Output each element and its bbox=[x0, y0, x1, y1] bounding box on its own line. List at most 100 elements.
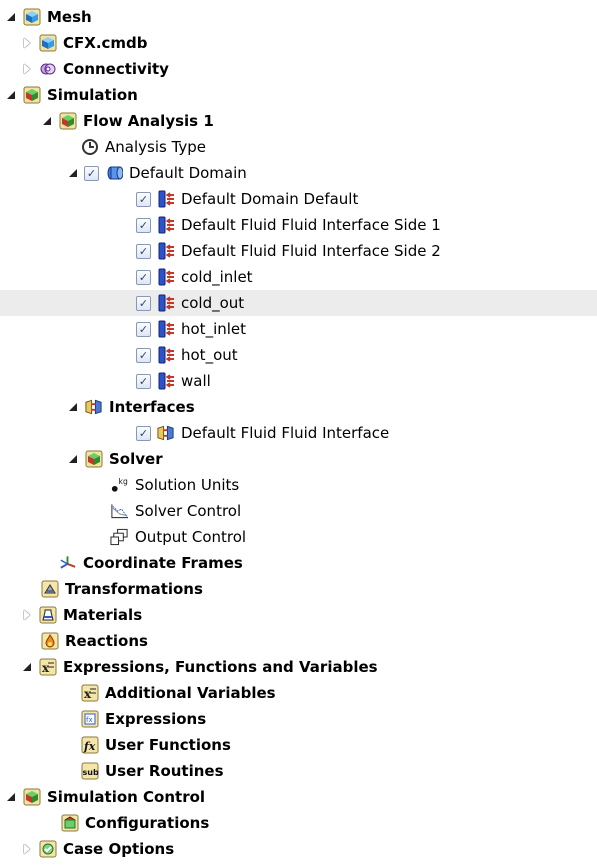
tree-item-label: User Routines bbox=[105, 762, 224, 780]
tree-item[interactable]: Default Fluid Fluid Interface Side 2 bbox=[0, 238, 597, 264]
tree-item-label: Output Control bbox=[135, 528, 247, 546]
collapse-arrow-icon[interactable] bbox=[40, 114, 54, 128]
tree-item[interactable]: x Expressions, Functions and Variables bbox=[0, 654, 597, 680]
tree-item-label: Flow Analysis 1 bbox=[83, 112, 214, 130]
tree-item-label: CFX.cmdb bbox=[63, 34, 148, 52]
item-checkbox[interactable] bbox=[136, 243, 151, 259]
tree-item-label: Default Fluid Fluid Interface bbox=[181, 424, 390, 442]
interfaces-icon bbox=[84, 398, 103, 416]
tree-item[interactable]: sub User Routines bbox=[0, 758, 597, 784]
tree-item-label: Additional Variables bbox=[105, 684, 276, 702]
tree-item[interactable]: fx User Functions bbox=[0, 732, 597, 758]
collapse-arrow-icon[interactable] bbox=[4, 10, 18, 24]
collapse-arrow-icon[interactable] bbox=[4, 88, 18, 102]
tree-item-label: Default Fluid Fluid Interface Side 2 bbox=[181, 242, 441, 260]
tree-item[interactable]: Solver Control bbox=[0, 498, 597, 524]
tree-item[interactable]: CFX.cmdb bbox=[0, 30, 597, 56]
item-checkbox[interactable] bbox=[136, 347, 151, 363]
tree-item[interactable]: Default Fluid Fluid Interface Side 1 bbox=[0, 212, 597, 238]
tree-item[interactable]: Configurations bbox=[0, 810, 597, 836]
tree-item-label: Reactions bbox=[65, 632, 148, 650]
tree-item-label: Solution Units bbox=[135, 476, 240, 494]
output-control-icon bbox=[110, 528, 129, 546]
svg-text:sub: sub bbox=[82, 768, 98, 777]
tree-item-label: Analysis Type bbox=[105, 138, 207, 156]
tree-item[interactable]: Reactions bbox=[0, 628, 597, 654]
tree-item[interactable]: Default Domain Default bbox=[0, 186, 597, 212]
tree-item[interactable]: Interfaces bbox=[0, 394, 597, 420]
tree-item[interactable]: hot_inlet bbox=[0, 316, 597, 342]
outline-tree: Mesh CFX.cmdb Connectivity Simulation Flow A… bbox=[0, 0, 597, 867]
tree-item[interactable]: x Additional Variables bbox=[0, 680, 597, 706]
boundary-icon bbox=[156, 372, 175, 390]
expand-arrow-icon[interactable] bbox=[20, 62, 34, 76]
tree-item[interactable]: Mesh bbox=[0, 4, 597, 30]
tree-item-label: hot_out bbox=[181, 346, 238, 364]
tree-item-label: Default Domain Default bbox=[181, 190, 359, 208]
tree-item-label: cold_inlet bbox=[181, 268, 253, 286]
item-checkbox[interactable] bbox=[136, 425, 151, 441]
mesh-file-icon bbox=[38, 34, 57, 52]
tree-item[interactable]: Output Control bbox=[0, 524, 597, 550]
svg-text:kg: kg bbox=[119, 477, 128, 486]
coordinate-frames-icon bbox=[58, 554, 77, 572]
collapse-arrow-icon[interactable] bbox=[66, 452, 80, 466]
tree-item-label: Solver bbox=[109, 450, 163, 468]
tree-item[interactable]: Default Fluid Fluid Interface bbox=[0, 420, 597, 446]
svg-text:fx: fx bbox=[83, 740, 96, 753]
tree-item[interactable]: hot_out bbox=[0, 342, 597, 368]
expressions-folder-icon: x bbox=[38, 658, 57, 676]
mesh-icon bbox=[22, 8, 41, 26]
tree-item[interactable]: Materials bbox=[0, 602, 597, 628]
tree-item[interactable]: Default Domain bbox=[0, 160, 597, 186]
tree-item[interactable]: cold_inlet bbox=[0, 264, 597, 290]
tree-item-label: cold_out bbox=[181, 294, 245, 312]
tree-item-label: Expressions bbox=[105, 710, 207, 728]
tree-item[interactable]: cold_out bbox=[0, 290, 597, 316]
tree-item[interactable]: Case Options bbox=[0, 836, 597, 862]
collapse-arrow-icon[interactable] bbox=[66, 166, 80, 180]
configurations-icon bbox=[60, 814, 79, 832]
collapse-arrow-icon[interactable] bbox=[4, 790, 18, 804]
expand-arrow-icon[interactable] bbox=[20, 608, 34, 622]
tree-item[interactable]: Analysis Type bbox=[0, 134, 597, 160]
solver-control-icon bbox=[110, 502, 129, 520]
expand-arrow-icon[interactable] bbox=[20, 36, 34, 50]
tree-item[interactable]: wall bbox=[0, 368, 597, 394]
tree-item[interactable]: Transformations bbox=[0, 576, 597, 602]
item-checkbox[interactable] bbox=[136, 217, 151, 233]
item-checkbox[interactable] bbox=[84, 165, 99, 181]
tree-item[interactable]: Flow Analysis 1 bbox=[0, 108, 597, 134]
tree-item-label: Coordinate Frames bbox=[83, 554, 243, 572]
boundary-icon bbox=[156, 242, 175, 260]
item-checkbox[interactable] bbox=[136, 295, 151, 311]
item-checkbox[interactable] bbox=[136, 321, 151, 337]
svg-text:fx: fx bbox=[86, 716, 93, 724]
tree-item[interactable]: Simulation Control bbox=[0, 784, 597, 810]
tree-item[interactable]: Connectivity bbox=[0, 56, 597, 82]
interfaces-icon bbox=[156, 424, 175, 442]
boundary-icon bbox=[156, 268, 175, 286]
tree-item[interactable]: fx Expressions bbox=[0, 706, 597, 732]
item-checkbox[interactable] bbox=[136, 373, 151, 389]
tree-item-label: Default Fluid Fluid Interface Side 1 bbox=[181, 216, 441, 234]
tree-item-label: Mesh bbox=[47, 8, 92, 26]
item-checkbox[interactable] bbox=[136, 191, 151, 207]
boundary-icon bbox=[156, 294, 175, 312]
expand-arrow-icon[interactable] bbox=[20, 842, 34, 856]
simulation-control-icon bbox=[22, 788, 41, 806]
tree-item[interactable]: kg Solution Units bbox=[0, 472, 597, 498]
domain-icon bbox=[104, 164, 123, 182]
tree-item[interactable]: Solver bbox=[0, 446, 597, 472]
clock-icon bbox=[80, 138, 99, 156]
tree-item-label: Configurations bbox=[85, 814, 210, 832]
collapse-arrow-icon[interactable] bbox=[20, 660, 34, 674]
tree-item[interactable]: Simulation bbox=[0, 82, 597, 108]
tree-item[interactable]: Coordinate Frames bbox=[0, 550, 597, 576]
collapse-arrow-icon[interactable] bbox=[66, 400, 80, 414]
boundary-icon bbox=[156, 320, 175, 338]
tree-item-label: Solver Control bbox=[135, 502, 242, 520]
tree-item-label: hot_inlet bbox=[181, 320, 247, 338]
item-checkbox[interactable] bbox=[136, 269, 151, 285]
solver-icon bbox=[84, 450, 103, 468]
